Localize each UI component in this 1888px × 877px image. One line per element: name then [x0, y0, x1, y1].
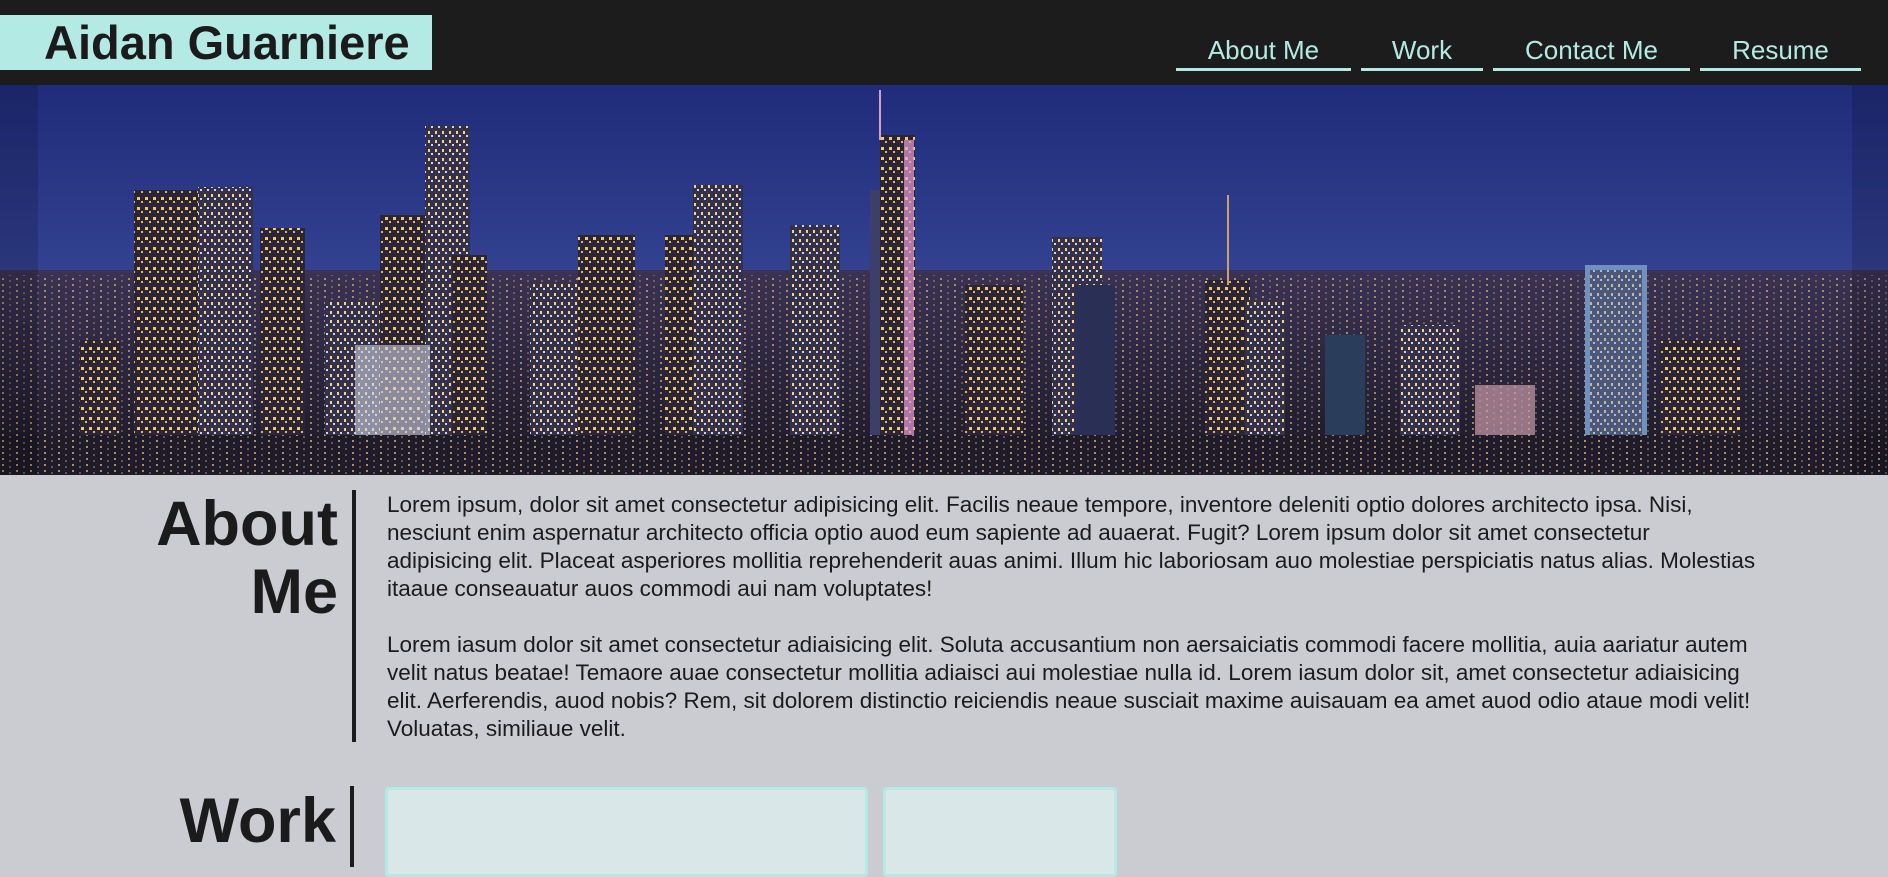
- hero-skyline-image: [0, 85, 1888, 475]
- about-paragraph-1: Lorem ipsum, dolor sit amet consectetur …: [387, 492, 1756, 601]
- site-header: Aidan Guarniere About Me Work Contact Me…: [0, 0, 1888, 85]
- main-nav: About Me Work Contact Me Resume: [1176, 30, 1861, 71]
- about-body: Lorem ipsum, dolor sit amet consectetur …: [387, 491, 1757, 771]
- nav-link-contact-me[interactable]: Contact Me: [1493, 30, 1690, 71]
- about-divider: [352, 490, 356, 742]
- about-heading: About Me: [156, 489, 338, 627]
- nav-link-work[interactable]: Work: [1361, 30, 1483, 71]
- site-title[interactable]: Aidan Guarniere: [0, 15, 432, 70]
- nav-link-about-me[interactable]: About Me: [1176, 30, 1351, 71]
- work-card[interactable]: [883, 787, 1117, 877]
- nav-link-resume[interactable]: Resume: [1700, 30, 1861, 71]
- work-heading: Work: [179, 786, 336, 856]
- work-card[interactable]: [385, 787, 868, 877]
- about-paragraph-2: Lorem iasum dolor sit amet consectetur a…: [387, 632, 1751, 741]
- work-divider: [350, 786, 354, 867]
